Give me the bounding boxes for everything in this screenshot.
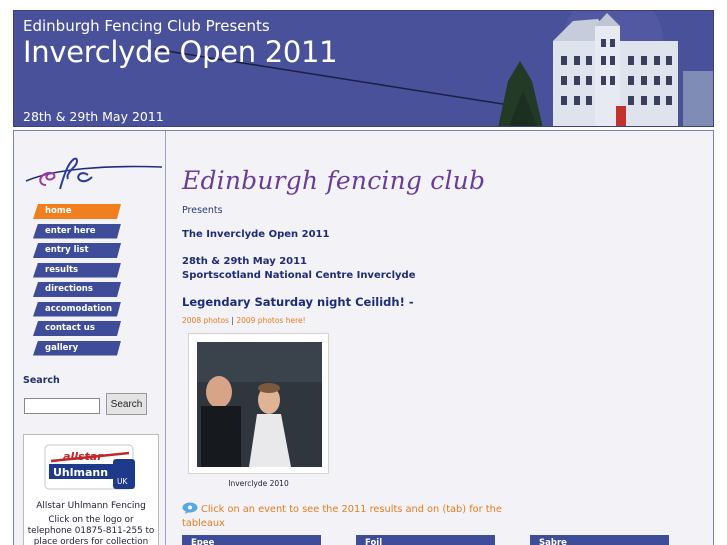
event-venue: Sportscotland National Centre Inverclyde <box>182 270 416 281</box>
nav-home[interactable]: home <box>33 204 121 219</box>
sidebar: home enter here entry list results direc… <box>14 131 166 545</box>
ceilidh-heading: Legendary Saturday night Ceilidh! - <box>182 295 414 309</box>
sponsor-text: Click on the logo or telephone 01875-811… <box>27 515 155 545</box>
search-input[interactable] <box>24 398 100 414</box>
tab-epee[interactable]: Epee <box>182 535 321 545</box>
club-script-title: Edinburgh fencing club <box>182 166 486 195</box>
nav-results[interactable]: results <box>33 263 121 278</box>
speech-bubble-icon <box>182 502 198 514</box>
search-button[interactable]: Search <box>106 393 147 415</box>
sponsor-name: Allstar Uhlmann Fencing <box>36 501 146 511</box>
header-date: 28th & 29th May 2011 <box>23 109 164 124</box>
inverclyde-2010-photo[interactable] <box>197 342 322 467</box>
sponsor-logo-bottom: Uhlmann <box>53 466 108 479</box>
allstar-uhlmann-logo[interactable]: allstar Uhlmann UK <box>43 443 139 493</box>
sponsor-box: allstar Uhlmann UK Allstar Uhlmann Fenci… <box>23 434 159 545</box>
main-nav: home enter here entry list results direc… <box>33 204 121 360</box>
nav-enter-here[interactable]: enter here <box>33 224 121 239</box>
event-heading: The Inverclyde Open 2011 <box>182 229 330 240</box>
event-instructions: Click on an event to see the 2011 result… <box>182 502 522 531</box>
header-banner: Edinburgh Fencing Club Presents Invercly… <box>13 10 714 127</box>
event-date-venue: 28th & 29th May 2011 Sportscotland Natio… <box>182 255 415 283</box>
sponsor-logo-top: allstar <box>63 450 103 463</box>
sponsor-logo-badge: UK <box>117 477 128 486</box>
photo-card <box>188 333 329 474</box>
presents-text: Presents <box>182 205 223 216</box>
search-heading: Search <box>23 375 60 386</box>
nav-entry-list[interactable]: entry list <box>33 243 121 258</box>
photo-links-separator: | <box>231 316 234 325</box>
efc-logo[interactable] <box>24 155 164 193</box>
page-frame: home enter here entry list results direc… <box>13 130 714 545</box>
photos-2009-link[interactable]: 2009 photos here! <box>236 316 305 325</box>
tab-sabre[interactable]: Sabre <box>530 535 669 545</box>
photos-2008-link[interactable]: 2008 photos <box>182 316 229 325</box>
main-content: Edinburgh fencing club Presents The Inve… <box>182 131 712 545</box>
nav-gallery[interactable]: gallery <box>33 341 121 356</box>
header-title: Inverclyde Open 2011 <box>23 35 338 69</box>
photo-links: 2008 photos | 2009 photos here! <box>182 316 306 325</box>
nav-directions[interactable]: directions <box>33 282 121 297</box>
hotel-building-art <box>498 11 713 126</box>
photo-caption: Inverclyde 2010 <box>228 479 289 488</box>
event-date: 28th & 29th May 2011 <box>182 256 308 267</box>
nav-accomodation[interactable]: accomodation <box>33 302 121 317</box>
tab-foil[interactable]: Foil <box>356 535 495 545</box>
event-instructions-text: Click on an event to see the 2011 result… <box>182 504 502 529</box>
header-subtitle: Edinburgh Fencing Club Presents <box>23 17 270 35</box>
nav-contact-us[interactable]: contact us <box>33 321 121 336</box>
